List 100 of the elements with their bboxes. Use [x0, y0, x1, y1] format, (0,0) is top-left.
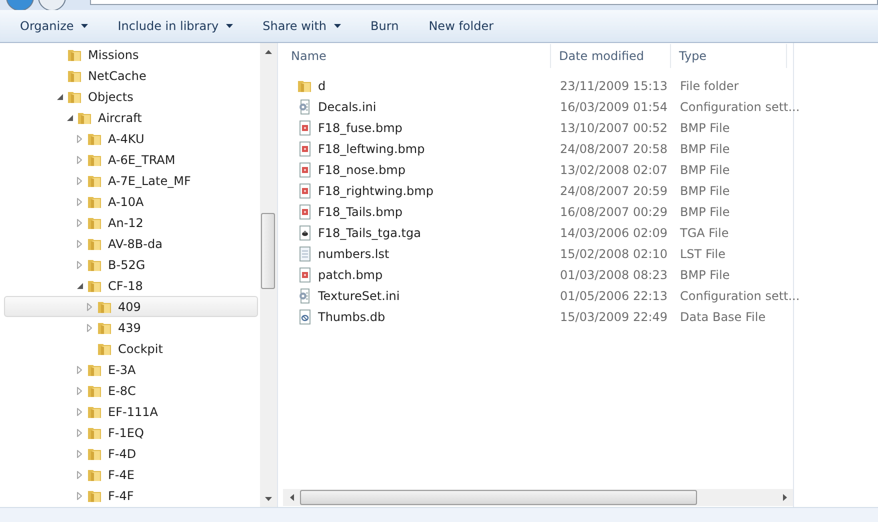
tree-item[interactable]: AV-8B-da — [4, 233, 258, 254]
tree-item[interactable]: NetCache — [4, 65, 258, 86]
collapsed-arrow-icon[interactable] — [77, 470, 82, 478]
column-header[interactable]: Type — [671, 44, 787, 68]
scroll-left-icon[interactable] — [290, 494, 294, 501]
tree-item[interactable]: F-4D — [4, 443, 258, 464]
expanded-arrow-icon[interactable] — [67, 114, 73, 120]
scroll-right-icon[interactable] — [782, 494, 786, 501]
date-modified: 24/08/2007 20:58 — [560, 142, 668, 156]
expanded-arrow-icon[interactable] — [77, 282, 83, 288]
collapsed-arrow-icon[interactable] — [77, 450, 82, 458]
file-type: BMP File — [680, 120, 730, 134]
tree-item[interactable]: Cockpit — [4, 338, 258, 359]
date-modified: 13/02/2008 02:07 — [560, 162, 668, 176]
tree-item[interactable]: Aircraft — [4, 107, 258, 128]
file-type: BMP File — [680, 204, 730, 218]
file-type: Data Base File — [680, 310, 766, 324]
image-file-icon — [297, 204, 313, 220]
file-type: Configuration sett... — [680, 100, 800, 114]
caret-icon — [226, 24, 233, 28]
tree-item[interactable]: CF-18 — [4, 275, 258, 296]
image-file-icon — [297, 162, 313, 178]
image-file-icon — [297, 140, 313, 156]
date-modified: 13/10/2007 00:52 — [560, 120, 668, 134]
file-name[interactable]: numbers.lst — [318, 246, 390, 260]
text-file-icon — [297, 246, 313, 262]
tree-item[interactable]: An-12 — [4, 212, 258, 233]
toolbar-button[interactable]: Include in library — [106, 15, 244, 37]
collapsed-arrow-icon[interactable] — [87, 324, 92, 332]
date-modified: 16/08/2007 00:29 — [560, 204, 668, 218]
file-type: File folder — [680, 78, 739, 92]
file-type: BMP File — [680, 142, 730, 156]
file-type: TGA File — [680, 226, 729, 240]
file-type: BMP File — [680, 184, 730, 198]
tree-item[interactable]: F-4F — [4, 485, 258, 506]
date-modified: 24/08/2007 20:59 — [560, 184, 668, 198]
tree-item[interactable]: A-7E_Late_MF — [4, 170, 258, 191]
file-name[interactable]: F18_leftwing.bmp — [318, 142, 425, 156]
tree-item[interactable]: A-4KU — [4, 128, 258, 149]
scrollbar-thumb[interactable] — [300, 490, 697, 505]
tree-item[interactable]: F-4E — [4, 464, 258, 485]
tree-item[interactable]: E-3A — [4, 359, 258, 380]
tree-item[interactable]: B-52G — [4, 254, 258, 275]
scroll-up-icon[interactable] — [265, 50, 272, 54]
file-name[interactable]: d — [318, 78, 326, 92]
collapsed-arrow-icon[interactable] — [77, 156, 82, 164]
file-name[interactable]: F18_nose.bmp — [318, 162, 406, 176]
column-header[interactable]: Name — [283, 44, 551, 68]
tree-item[interactable]: E-8C — [4, 380, 258, 401]
file-type: BMP File — [680, 162, 730, 176]
collapsed-arrow-icon[interactable] — [77, 492, 82, 500]
file-name[interactable]: TextureSet.ini — [318, 288, 400, 302]
tree-item[interactable]: Missions — [4, 44, 258, 65]
image-file-icon — [297, 266, 313, 282]
collapsed-arrow-icon[interactable] — [77, 134, 82, 142]
expanded-arrow-icon[interactable] — [57, 94, 63, 100]
collapsed-arrow-icon[interactable] — [77, 218, 82, 226]
collapsed-arrow-icon[interactable] — [77, 408, 82, 416]
collapsed-arrow-icon[interactable] — [87, 302, 92, 310]
tree-item[interactable]: F-1EQ — [4, 422, 258, 443]
toolbar-button[interactable]: Share with — [252, 15, 352, 37]
collapsed-arrow-icon[interactable] — [77, 428, 82, 436]
caret-icon — [80, 24, 88, 28]
collapsed-arrow-icon[interactable] — [77, 198, 82, 206]
file-name[interactable]: F18_Tails_tga.tga — [318, 226, 421, 240]
file-type: Configuration sett... — [680, 288, 800, 302]
toolbar-button[interactable]: Burn — [360, 15, 410, 37]
tree-item[interactable]: Objects — [4, 86, 258, 107]
toolbar-button[interactable]: Organize — [9, 15, 99, 37]
file-name[interactable]: Decals.ini — [318, 100, 376, 114]
tree-item[interactable]: 439 — [4, 317, 258, 338]
date-modified: 15/03/2009 22:49 — [560, 310, 668, 324]
database-file-icon — [297, 308, 313, 324]
tree-item[interactable]: 409 — [4, 296, 258, 317]
address-bar[interactable] — [90, 0, 878, 5]
image-file-icon — [297, 224, 313, 240]
file-name[interactable]: Thumbs.db — [318, 310, 386, 324]
tree-item[interactable]: EF-111A — [4, 401, 258, 422]
collapsed-arrow-icon[interactable] — [77, 366, 82, 374]
file-name[interactable]: F18_fuse.bmp — [318, 120, 402, 134]
date-modified: 01/05/2006 22:13 — [560, 288, 668, 302]
image-file-icon — [297, 120, 313, 136]
image-file-icon — [297, 182, 313, 198]
scrollbar-thumb[interactable] — [261, 213, 275, 289]
file-name[interactable]: patch.bmp — [318, 268, 383, 282]
scroll-down-icon[interactable] — [265, 496, 272, 500]
collapsed-arrow-icon[interactable] — [77, 240, 82, 248]
toolbar-button[interactable]: New folder — [418, 15, 505, 37]
column-header[interactable]: Date modified — [551, 44, 671, 68]
date-modified: 23/11/2009 15:13 — [560, 78, 668, 92]
date-modified: 01/03/2008 08:23 — [560, 268, 668, 282]
collapsed-arrow-icon[interactable] — [77, 386, 82, 394]
file-name[interactable]: F18_Tails.bmp — [318, 204, 403, 218]
tree-item[interactable]: A-6E_TRAM — [4, 149, 258, 170]
file-name[interactable]: F18_rightwing.bmp — [318, 184, 434, 198]
collapsed-arrow-icon[interactable] — [77, 260, 82, 268]
tree-item[interactable]: A-10A — [4, 191, 258, 212]
collapsed-arrow-icon[interactable] — [77, 176, 82, 184]
caret-icon — [334, 24, 341, 28]
file-type: LST File — [680, 246, 726, 260]
